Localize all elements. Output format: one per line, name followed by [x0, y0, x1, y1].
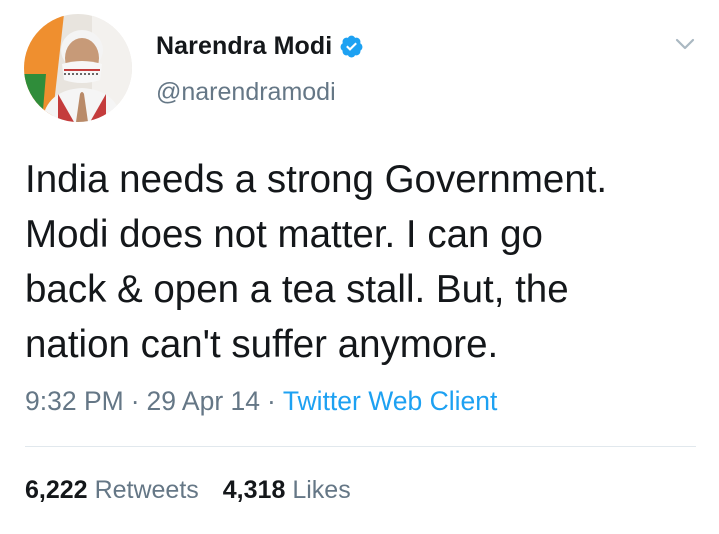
tweet-meta: 9:32 PM · 29 Apr 14 · Twitter Web Client [25, 386, 497, 417]
tweet-time[interactable]: 9:32 PM [25, 386, 124, 417]
avatar-photo [24, 14, 132, 122]
display-name[interactable]: Narendra Modi [156, 32, 332, 61]
name-row: Narendra Modi [156, 30, 364, 62]
tweet-source-link[interactable]: Twitter Web Client [283, 386, 498, 417]
retweets-stat[interactable]: 6,222 Retweets [25, 476, 199, 505]
tweet-text: India needs a strong Government. Modi do… [25, 158, 608, 366]
likes-count: 4,318 [222, 476, 286, 504]
tweet-date[interactable]: 29 Apr 14 [147, 386, 260, 417]
chevron-down-icon[interactable] [674, 33, 696, 55]
verified-badge-icon [340, 35, 363, 57]
meta-separator: · [266, 386, 276, 416]
divider [25, 446, 696, 447]
likes-label: Likes [292, 476, 351, 504]
user-handle[interactable]: @narendramodi [156, 78, 336, 107]
avatar[interactable] [24, 14, 132, 122]
tweet-card: Narendra Modi @narendramodi India needs … [0, 0, 719, 534]
likes-stat[interactable]: 4,318 Likes [223, 476, 351, 505]
retweets-count: 6,222 [25, 476, 88, 504]
meta-separator: · [130, 386, 140, 416]
retweets-label: Retweets [94, 476, 199, 504]
tweet-stats: 6,222 Retweets 4,318 Likes [25, 476, 351, 505]
